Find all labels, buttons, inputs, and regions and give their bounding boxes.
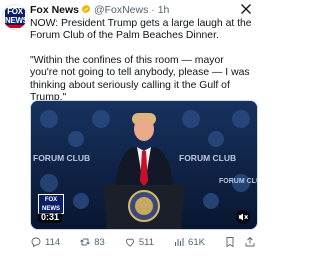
separator-dot: · (151, 4, 155, 16)
views-icon (175, 238, 184, 246)
backdrop-text-left: FORUM CLUB (33, 153, 90, 163)
reply-icon (31, 237, 41, 248)
repost-button[interactable]: 83 (79, 236, 105, 248)
speaker-face (134, 117, 154, 141)
avatar[interactable]: FOX NEWS (2, 4, 28, 30)
share-icon[interactable] (244, 236, 256, 248)
heart-icon (125, 238, 134, 247)
backdrop-text-right: FORUM CLUB (179, 153, 236, 163)
video-duration: 0:31 (38, 212, 63, 223)
avatar-red-bar (5, 25, 25, 28)
speaker-muted-icon (238, 213, 249, 221)
repost-count: 83 (94, 236, 105, 248)
backdrop-text-far-right: FORUM CLUB (219, 178, 257, 185)
mute-button[interactable] (236, 210, 250, 224)
tweet-timestamp[interactable]: 1h (158, 4, 170, 16)
tweet-text-line-1: NOW: President Trump gets a large laugh … (30, 18, 252, 42)
account-handle[interactable]: @FoxNews (94, 4, 148, 16)
views-button[interactable]: 61K (173, 236, 205, 248)
reply-button[interactable]: 114 (30, 236, 60, 248)
video-frame: FORUM CLUB FORUM CLUB FORUM CLUB (31, 101, 257, 229)
repost-icon (80, 238, 91, 246)
like-button[interactable]: 511 (124, 236, 154, 248)
video-player[interactable]: FORUM CLUB FORUM CLUB FORUM CLUB (30, 100, 258, 230)
fox-news-bug: FOX NEWS (38, 194, 64, 214)
account-name[interactable]: Fox News (30, 4, 79, 16)
tweet-header: Fox News @FoxNews · 1h (30, 4, 169, 18)
verified-badge-icon (81, 4, 91, 14)
action-bar: 114 83 511 61K (30, 234, 256, 250)
reply-count: 114 (45, 236, 61, 248)
tweet-text-line-2: "Within the confines of this room — mayo… (30, 54, 250, 104)
bookmark-icon[interactable] (224, 236, 236, 248)
close-icon[interactable] (240, 3, 252, 15)
views-count: 61K (188, 236, 205, 248)
avatar-logo-text: FOX NEWS (5, 7, 28, 25)
tweet-card[interactable]: FOX NEWS Fox News @FoxNews · 1h NOW: Pre… (0, 0, 258, 256)
like-count: 511 (138, 236, 154, 248)
secondary-actions (224, 236, 256, 248)
